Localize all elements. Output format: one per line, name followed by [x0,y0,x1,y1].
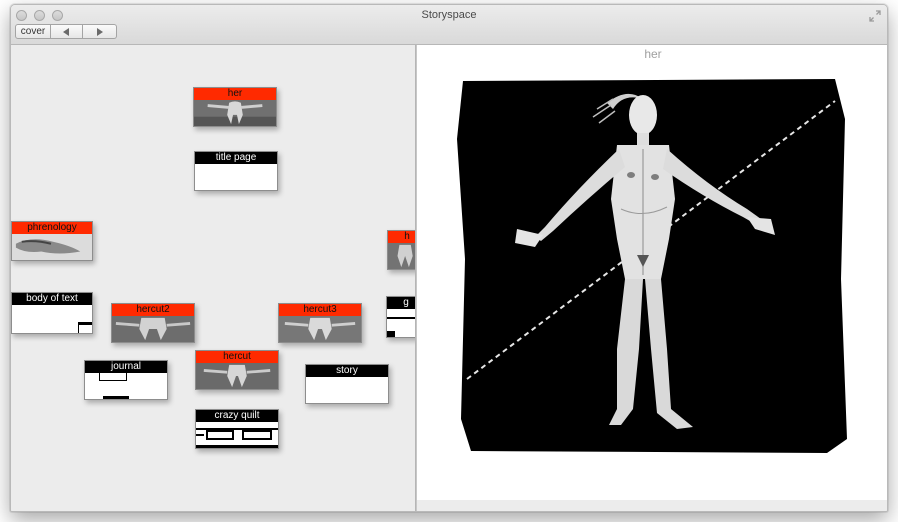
note-title: her [194,88,276,100]
note-body-of-text[interactable]: body of text [11,292,93,334]
map-view[interactable]: her title page phrenology body of text h… [11,45,415,511]
note-partial-black[interactable]: g [386,296,415,338]
triangle-left-icon [63,27,69,36]
note-title: hercut [196,351,278,363]
note-title: title page [195,152,277,164]
back-button[interactable] [51,24,83,39]
cover-button[interactable]: cover [15,24,51,39]
text-pane: her [417,45,887,500]
note-thumbnail [12,234,92,260]
note-crazy-quilt[interactable]: crazy quilt [195,409,279,449]
note-her[interactable]: her [193,87,277,127]
storyspace-window: Storyspace cover her title page phrenolo… [10,4,888,512]
note-title: body of text [12,293,92,305]
forward-button[interactable] [83,24,117,39]
note-thumbnail [388,243,415,269]
note-title-page[interactable]: title page [194,151,278,191]
note-journal[interactable]: journal [84,360,168,400]
note-hercut2[interactable]: hercut2 [111,303,195,343]
note-title: story [306,365,388,377]
note-title: journal [85,361,167,373]
note-thumbnail [112,316,194,342]
text-pane-footer [417,500,887,511]
note-partial-red[interactable]: h [387,230,415,270]
note-heading: her [644,47,662,61]
triangle-right-icon [97,27,103,36]
note-title: hercut3 [279,304,361,316]
note-hercut[interactable]: hercut [195,350,279,390]
window-title: Storyspace [421,9,477,21]
note-title: crazy quilt [196,410,278,422]
fullscreen-icon[interactable] [869,10,881,22]
note-title: hercut2 [112,304,194,316]
note-title: phrenology [12,222,92,234]
note-title: g [387,297,415,309]
note-thumbnail [196,363,278,389]
note-story[interactable]: story [305,364,389,404]
her-illustration [457,79,849,455]
title-bar: Storyspace cover [11,5,887,45]
note-title: h [388,231,415,243]
note-hercut3[interactable]: hercut3 [278,303,362,343]
note-phrenology[interactable]: phrenology [11,221,93,261]
note-thumbnail [194,100,276,126]
navigation-toolbar: cover [15,24,117,39]
note-thumbnail [279,316,361,342]
